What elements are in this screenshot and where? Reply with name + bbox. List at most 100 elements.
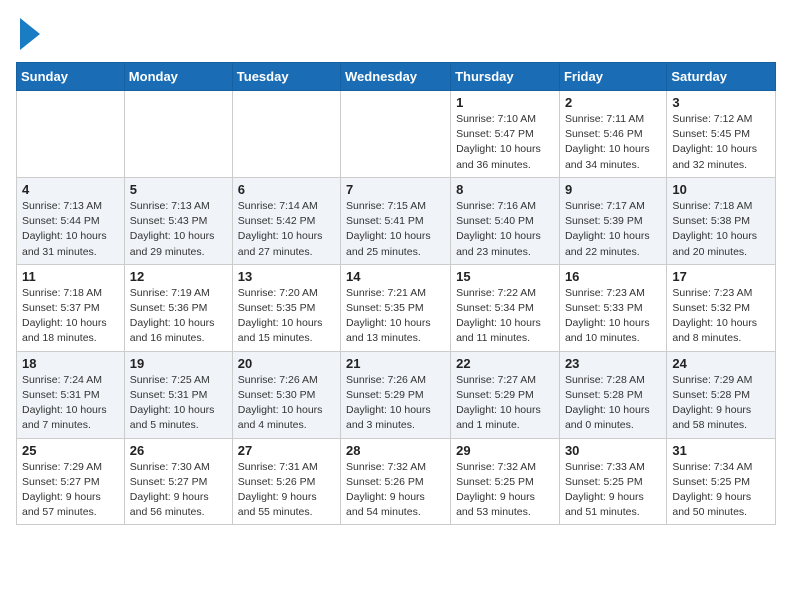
day-detail: Sunrise: 7:29 AM Sunset: 5:28 PM Dayligh… [672, 373, 770, 434]
day-detail: Sunrise: 7:17 AM Sunset: 5:39 PM Dayligh… [565, 199, 661, 260]
calendar-cell: 11 Sunrise: 7:18 AM Sunset: 5:37 PM Dayli… [17, 264, 125, 351]
calendar-cell: 2 Sunrise: 7:11 AM Sunset: 5:46 PM Daylig… [559, 91, 666, 178]
day-detail: Sunrise: 7:32 AM Sunset: 5:25 PM Dayligh… [456, 460, 554, 521]
day-detail: Sunrise: 7:21 AM Sunset: 5:35 PM Dayligh… [346, 286, 445, 347]
calendar-cell: 23 Sunrise: 7:28 AM Sunset: 5:28 PM Dayli… [559, 351, 666, 438]
calendar-cell: 15 Sunrise: 7:22 AM Sunset: 5:34 PM Dayli… [451, 264, 560, 351]
day-detail: Sunrise: 7:33 AM Sunset: 5:25 PM Dayligh… [565, 460, 661, 521]
day-number: 14 [346, 269, 445, 284]
day-detail: Sunrise: 7:13 AM Sunset: 5:44 PM Dayligh… [22, 199, 119, 260]
day-detail: Sunrise: 7:23 AM Sunset: 5:32 PM Dayligh… [672, 286, 770, 347]
day-number: 6 [238, 182, 335, 197]
calendar-week-2: 4 Sunrise: 7:13 AM Sunset: 5:44 PM Daylig… [17, 177, 776, 264]
calendar-cell: 18 Sunrise: 7:24 AM Sunset: 5:31 PM Dayli… [17, 351, 125, 438]
day-number: 16 [565, 269, 661, 284]
day-detail: Sunrise: 7:11 AM Sunset: 5:46 PM Dayligh… [565, 112, 661, 173]
calendar-cell: 13Sunrise: 7:20 AM Sunset: 5:35 PM Dayli… [232, 264, 340, 351]
calendar-cell: 27 Sunrise: 7:31 AM Sunset: 5:26 PM Dayli… [232, 438, 340, 525]
day-detail: Sunrise: 7:13 AM Sunset: 5:43 PM Dayligh… [130, 199, 227, 260]
day-number: 18 [22, 356, 119, 371]
day-number: 21 [346, 356, 445, 371]
day-detail: Sunrise: 7:29 AM Sunset: 5:27 PM Dayligh… [22, 460, 119, 521]
day-number: 29 [456, 443, 554, 458]
day-detail: Sunrise: 7:23 AM Sunset: 5:33 PM Dayligh… [565, 286, 661, 347]
day-number: 23 [565, 356, 661, 371]
calendar-cell: 6 Sunrise: 7:14 AM Sunset: 5:42 PM Daylig… [232, 177, 340, 264]
logo [16, 16, 40, 50]
day-detail: Sunrise: 7:15 AM Sunset: 5:41 PM Dayligh… [346, 199, 445, 260]
day-detail: Sunrise: 7:24 AM Sunset: 5:31 PM Dayligh… [22, 373, 119, 434]
calendar-week-5: 25Sunrise: 7:29 AM Sunset: 5:27 PM Dayli… [17, 438, 776, 525]
day-number: 11 [22, 269, 119, 284]
day-number: 15 [456, 269, 554, 284]
calendar-cell: 10 Sunrise: 7:18 AM Sunset: 5:38 PM Dayli… [667, 177, 776, 264]
day-detail: Sunrise: 7:31 AM Sunset: 5:26 PM Dayligh… [238, 460, 335, 521]
day-number: 4 [22, 182, 119, 197]
calendar-table: SundayMondayTuesdayWednesdayThursdayFrid… [16, 62, 776, 525]
day-number: 10 [672, 182, 770, 197]
calendar-cell: 24 Sunrise: 7:29 AM Sunset: 5:28 PM Dayli… [667, 351, 776, 438]
logo-arrow-icon [20, 18, 40, 50]
day-detail: Sunrise: 7:22 AM Sunset: 5:34 PM Dayligh… [456, 286, 554, 347]
day-number: 8 [456, 182, 554, 197]
day-detail: Sunrise: 7:16 AM Sunset: 5:40 PM Dayligh… [456, 199, 554, 260]
day-detail: Sunrise: 7:25 AM Sunset: 5:31 PM Dayligh… [130, 373, 227, 434]
calendar-week-3: 11 Sunrise: 7:18 AM Sunset: 5:37 PM Dayli… [17, 264, 776, 351]
calendar-cell: 30 Sunrise: 7:33 AM Sunset: 5:25 PM Dayli… [559, 438, 666, 525]
day-number: 5 [130, 182, 227, 197]
calendar-cell [17, 91, 125, 178]
calendar-cell: 5 Sunrise: 7:13 AM Sunset: 5:43 PM Daylig… [124, 177, 232, 264]
calendar-cell [124, 91, 232, 178]
day-number: 9 [565, 182, 661, 197]
calendar-cell: 29 Sunrise: 7:32 AM Sunset: 5:25 PM Dayli… [451, 438, 560, 525]
calendar-cell: 16 Sunrise: 7:23 AM Sunset: 5:33 PM Dayli… [559, 264, 666, 351]
day-detail: Sunrise: 7:32 AM Sunset: 5:26 PM Dayligh… [346, 460, 445, 521]
calendar-cell: 8 Sunrise: 7:16 AM Sunset: 5:40 PM Daylig… [451, 177, 560, 264]
col-header-tuesday: Tuesday [232, 63, 340, 91]
day-number: 2 [565, 95, 661, 110]
day-detail: Sunrise: 7:12 AM Sunset: 5:45 PM Dayligh… [672, 112, 770, 173]
day-detail: Sunrise: 7:18 AM Sunset: 5:38 PM Dayligh… [672, 199, 770, 260]
day-number: 24 [672, 356, 770, 371]
col-header-wednesday: Wednesday [341, 63, 451, 91]
calendar-cell: 22 Sunrise: 7:27 AM Sunset: 5:29 PM Dayli… [451, 351, 560, 438]
day-number: 26 [130, 443, 227, 458]
day-detail: Sunrise: 7:18 AM Sunset: 5:37 PM Dayligh… [22, 286, 119, 347]
day-detail: Sunrise: 7:28 AM Sunset: 5:28 PM Dayligh… [565, 373, 661, 434]
calendar-cell: 14 Sunrise: 7:21 AM Sunset: 5:35 PM Dayli… [341, 264, 451, 351]
calendar-cell: 12Sunrise: 7:19 AM Sunset: 5:36 PM Dayli… [124, 264, 232, 351]
calendar-cell: 3 Sunrise: 7:12 AM Sunset: 5:45 PM Daylig… [667, 91, 776, 178]
day-detail: Sunrise: 7:26 AM Sunset: 5:29 PM Dayligh… [346, 373, 445, 434]
calendar-cell [341, 91, 451, 178]
calendar-header-row: SundayMondayTuesdayWednesdayThursdayFrid… [17, 63, 776, 91]
col-header-friday: Friday [559, 63, 666, 91]
calendar-cell [232, 91, 340, 178]
day-detail: Sunrise: 7:34 AM Sunset: 5:25 PM Dayligh… [672, 460, 770, 521]
calendar-cell: 7 Sunrise: 7:15 AM Sunset: 5:41 PM Daylig… [341, 177, 451, 264]
day-number: 3 [672, 95, 770, 110]
day-number: 31 [672, 443, 770, 458]
day-number: 17 [672, 269, 770, 284]
day-detail: Sunrise: 7:20 AM Sunset: 5:35 PM Dayligh… [238, 286, 335, 347]
calendar-week-4: 18 Sunrise: 7:24 AM Sunset: 5:31 PM Dayli… [17, 351, 776, 438]
day-number: 7 [346, 182, 445, 197]
col-header-monday: Monday [124, 63, 232, 91]
calendar-cell: 1Sunrise: 7:10 AM Sunset: 5:47 PM Daylig… [451, 91, 560, 178]
day-number: 20 [238, 356, 335, 371]
day-number: 22 [456, 356, 554, 371]
calendar-cell: 17 Sunrise: 7:23 AM Sunset: 5:32 PM Dayli… [667, 264, 776, 351]
day-number: 27 [238, 443, 335, 458]
day-detail: Sunrise: 7:30 AM Sunset: 5:27 PM Dayligh… [130, 460, 227, 521]
day-detail: Sunrise: 7:14 AM Sunset: 5:42 PM Dayligh… [238, 199, 335, 260]
calendar-cell: 9 Sunrise: 7:17 AM Sunset: 5:39 PM Daylig… [559, 177, 666, 264]
col-header-thursday: Thursday [451, 63, 560, 91]
day-number: 12 [130, 269, 227, 284]
day-number: 28 [346, 443, 445, 458]
calendar-cell: 28 Sunrise: 7:32 AM Sunset: 5:26 PM Dayli… [341, 438, 451, 525]
day-detail: Sunrise: 7:26 AM Sunset: 5:30 PM Dayligh… [238, 373, 335, 434]
calendar-cell: 20 Sunrise: 7:26 AM Sunset: 5:30 PM Dayli… [232, 351, 340, 438]
day-number: 30 [565, 443, 661, 458]
calendar-cell: 26 Sunrise: 7:30 AM Sunset: 5:27 PM Dayli… [124, 438, 232, 525]
page-header [16, 16, 776, 50]
day-detail: Sunrise: 7:27 AM Sunset: 5:29 PM Dayligh… [456, 373, 554, 434]
